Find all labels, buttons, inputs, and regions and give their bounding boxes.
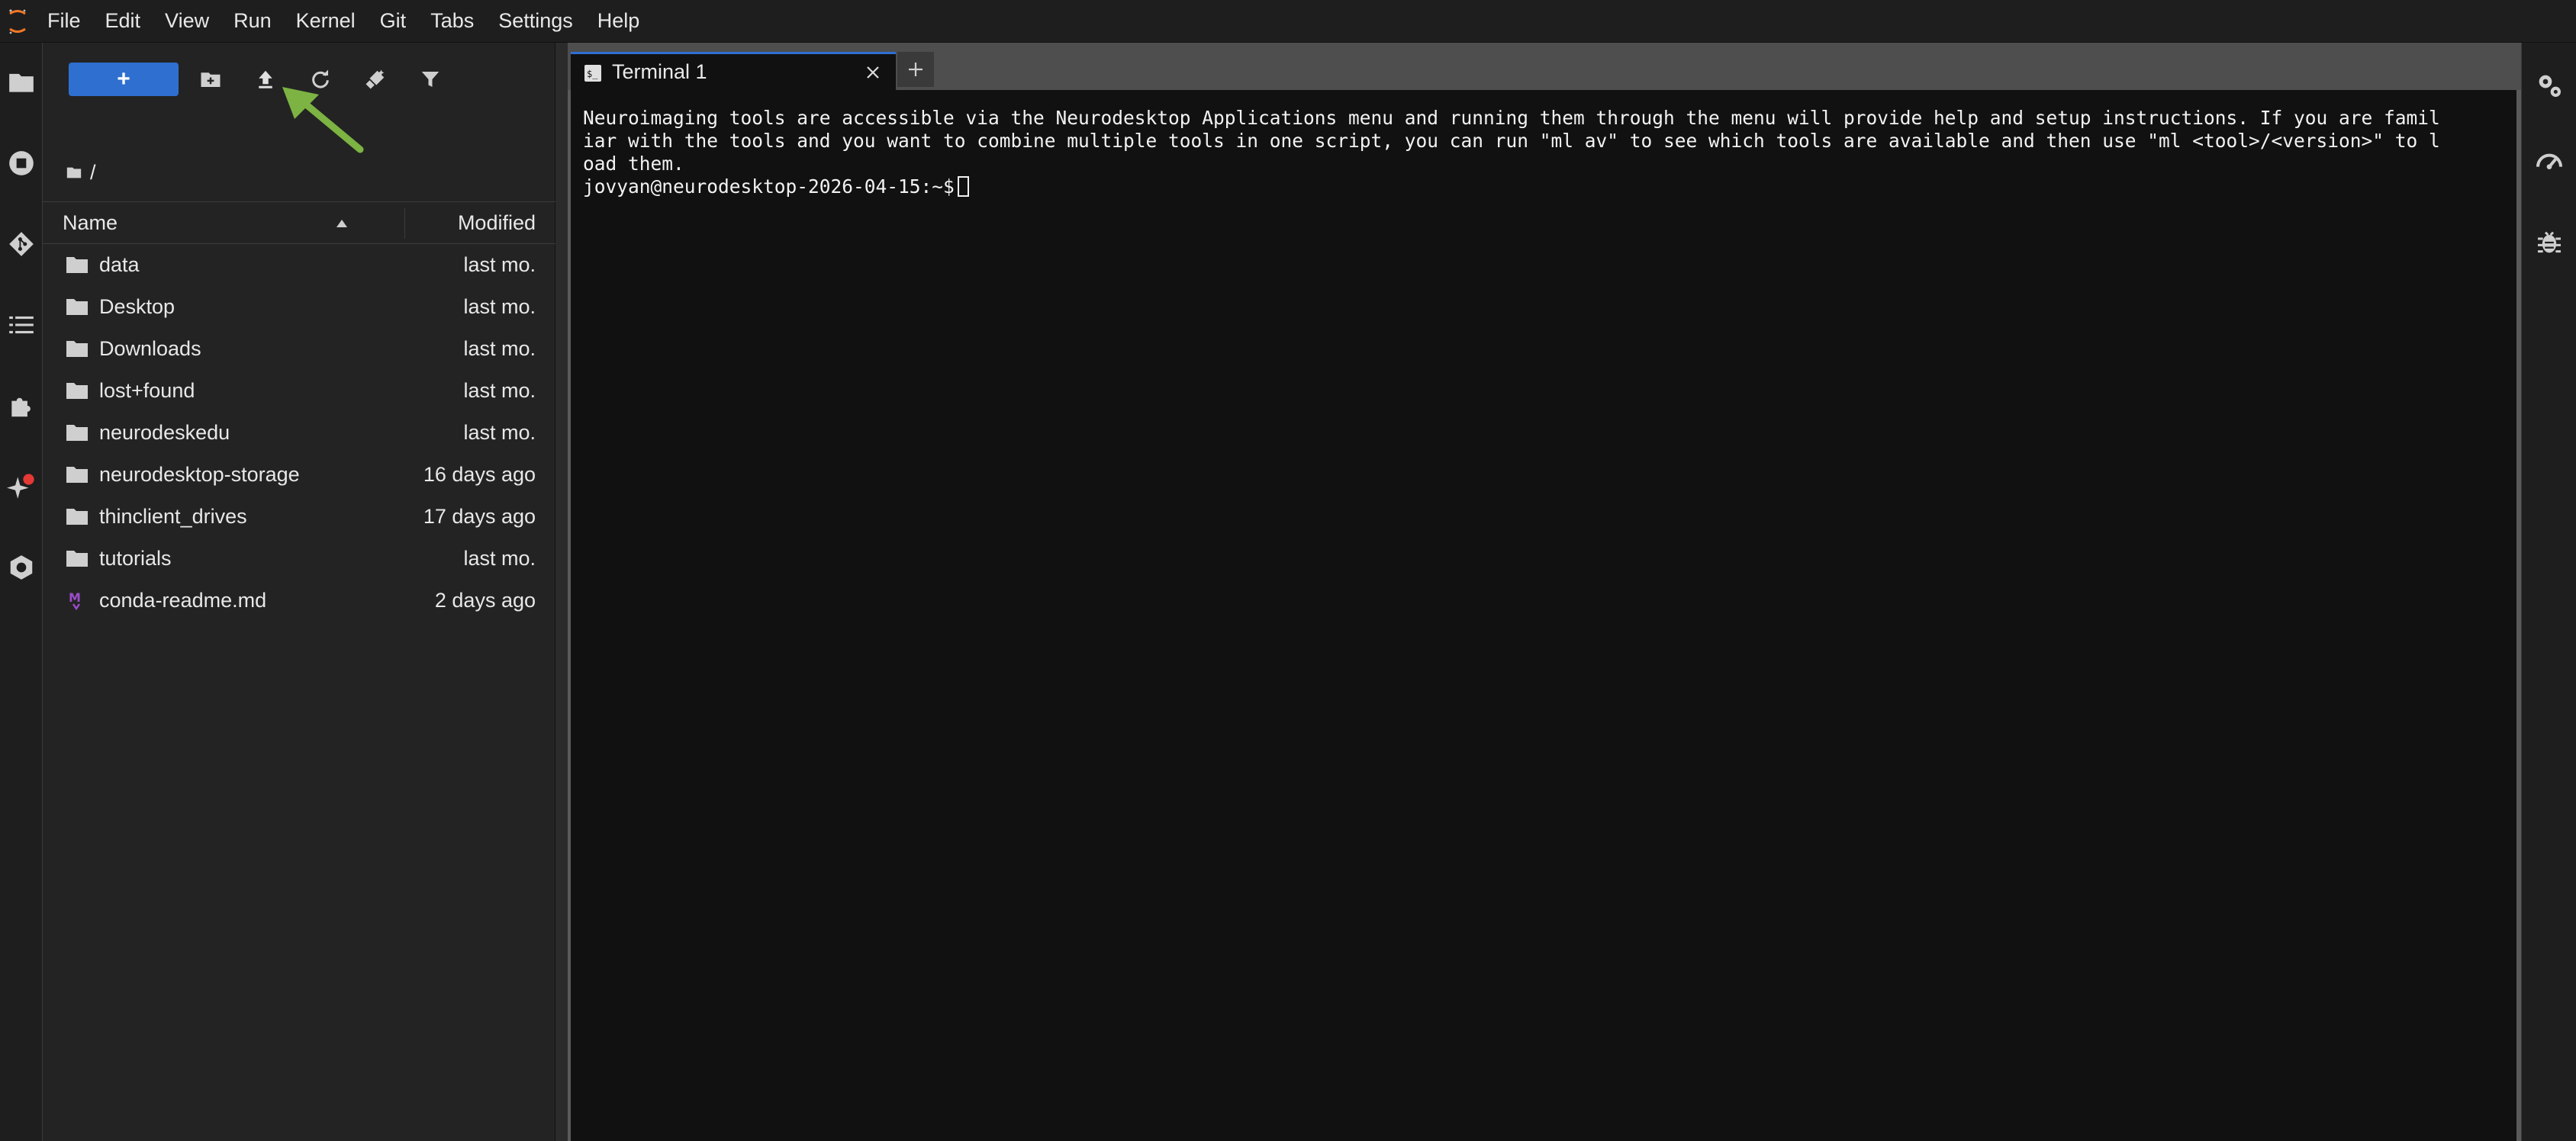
file-row[interactable]: Mconda-readme.md 2 days ago [43, 580, 555, 622]
file-modified: last mo. [463, 547, 536, 570]
terminal-output[interactable]: Neuroimaging tools are accessible via th… [571, 90, 2516, 1141]
file-modified: 17 days ago [423, 505, 536, 528]
annotation-arrow [282, 87, 364, 153]
folder-icon [66, 257, 88, 273]
file-modified: 2 days ago [434, 589, 536, 612]
file-list-header: Name Modified [43, 201, 555, 244]
folder-icon [66, 467, 88, 483]
file-name: data [99, 253, 140, 276]
file-row[interactable]: data last mo. [43, 244, 555, 286]
file-name: tutorials [99, 547, 172, 570]
file-list: data last mo. Desktop last mo. Downloads last… [43, 244, 555, 622]
file-row[interactable]: thinclient_drives 17 days ago [43, 496, 555, 538]
breadcrumb-root[interactable]: / [90, 161, 96, 185]
menu-edit[interactable]: Edit [93, 0, 153, 43]
column-divider[interactable] [404, 208, 405, 239]
extension-puzzle-icon[interactable] [0, 378, 43, 433]
file-modified: last mo. [463, 337, 536, 360]
file-name: conda-readme.md [99, 589, 267, 612]
debugger-gauge-icon[interactable] [2522, 134, 2576, 189]
column-header-modified[interactable]: Modified [458, 211, 536, 235]
file-modified: last mo. [463, 379, 536, 402]
file-name: neurodeskedu [99, 421, 230, 444]
file-modified: last mo. [463, 253, 536, 276]
bug-icon[interactable] [2522, 215, 2576, 270]
menu-git[interactable]: Git [368, 0, 419, 43]
left-activity-bar [0, 43, 43, 1141]
file-modified: 16 days ago [423, 463, 536, 486]
menu-tabs[interactable]: Tabs [418, 0, 486, 43]
column-header-name[interactable]: Name [63, 211, 118, 235]
folder-icon [66, 383, 88, 399]
jupyter-logo-icon[interactable] [0, 0, 35, 43]
property-inspector-gear-icon[interactable] [2522, 58, 2576, 113]
menu-kernel[interactable]: Kernel [284, 0, 368, 43]
folder-icon [66, 509, 88, 525]
file-row[interactable]: neurodeskedu last mo. [43, 412, 555, 454]
file-name: lost+found [99, 379, 195, 402]
breadcrumb: / [66, 157, 96, 188]
new-folder-icon[interactable] [195, 64, 226, 95]
tab-bar: $_ Terminal 1 [568, 43, 2521, 90]
file-modified: last mo. [463, 421, 536, 444]
terminal-line: iar with the tools and you want to combi… [583, 130, 2440, 152]
sort-ascending-icon [336, 220, 347, 227]
file-row[interactable]: tutorials last mo. [43, 538, 555, 580]
menu-bar: File Edit View Run Kernel Git Tabs Setti… [0, 0, 2576, 43]
git-icon[interactable] [0, 217, 43, 272]
menu-help[interactable]: Help [585, 0, 652, 43]
markdown-icon: M [69, 590, 81, 610]
file-modified: last mo. [463, 295, 536, 318]
menu-view[interactable]: View [153, 0, 221, 43]
panel-splitter[interactable] [555, 43, 568, 1141]
right-activity-bar [2521, 43, 2576, 1141]
folder-icon [66, 425, 88, 441]
ai-sparkle-icon[interactable] [0, 459, 43, 514]
new-tab-button[interactable] [897, 52, 934, 87]
plus-icon [909, 63, 923, 76]
terminal-cursor [957, 176, 969, 197]
svg-text:$_: $_ [587, 69, 598, 79]
folder-icon[interactable] [0, 55, 43, 110]
stop-circle-icon[interactable] [0, 136, 43, 191]
breadcrumb-folder-icon[interactable] [66, 164, 82, 181]
tab-terminal-1[interactable]: $_ Terminal 1 [571, 52, 896, 90]
file-name: thinclient_drives [99, 505, 247, 528]
filter-icon[interactable] [415, 64, 446, 95]
file-row[interactable]: neurodesktop-storage 16 days ago [43, 454, 555, 496]
terminal-icon: $_ [584, 65, 601, 82]
terminal-line: oad them. [583, 153, 684, 175]
file-name: neurodesktop-storage [99, 463, 300, 486]
menu-settings[interactable]: Settings [486, 0, 585, 43]
terminal-prompt-line: jovyan@neurodesktop-2026-04-15:~$ [583, 175, 2504, 198]
notification-dot [23, 474, 34, 485]
file-row[interactable]: Downloads last mo. [43, 328, 555, 370]
terminal-prompt: jovyan@neurodesktop-2026-04-15:~$ [583, 175, 955, 198]
file-browser-panel: + / Name Modified data last mo. Desktop las… [43, 43, 555, 1141]
menu-run[interactable]: Run [221, 0, 284, 43]
close-icon[interactable] [864, 63, 882, 82]
terminal-line: Neuroimaging tools are accessible via th… [583, 107, 2440, 129]
table-of-contents-icon[interactable] [0, 297, 43, 352]
menu-file[interactable]: File [35, 0, 93, 43]
file-row[interactable]: Desktop last mo. [43, 286, 555, 328]
folder-icon [66, 551, 88, 567]
file-row[interactable]: lost+found last mo. [43, 370, 555, 412]
file-name: Downloads [99, 337, 201, 360]
svg-text:M: M [69, 590, 81, 605]
file-name: Desktop [99, 295, 175, 318]
main-dock-area: $_ Terminal 1 Neuroimaging tools are acc… [568, 43, 2521, 1141]
hexagon-icon[interactable] [0, 540, 43, 595]
new-launcher-button[interactable]: + [69, 63, 179, 96]
folder-icon [66, 341, 88, 357]
new-launcher-label: + [117, 66, 130, 92]
folder-icon [66, 299, 88, 315]
tab-label: Terminal 1 [612, 60, 707, 83]
